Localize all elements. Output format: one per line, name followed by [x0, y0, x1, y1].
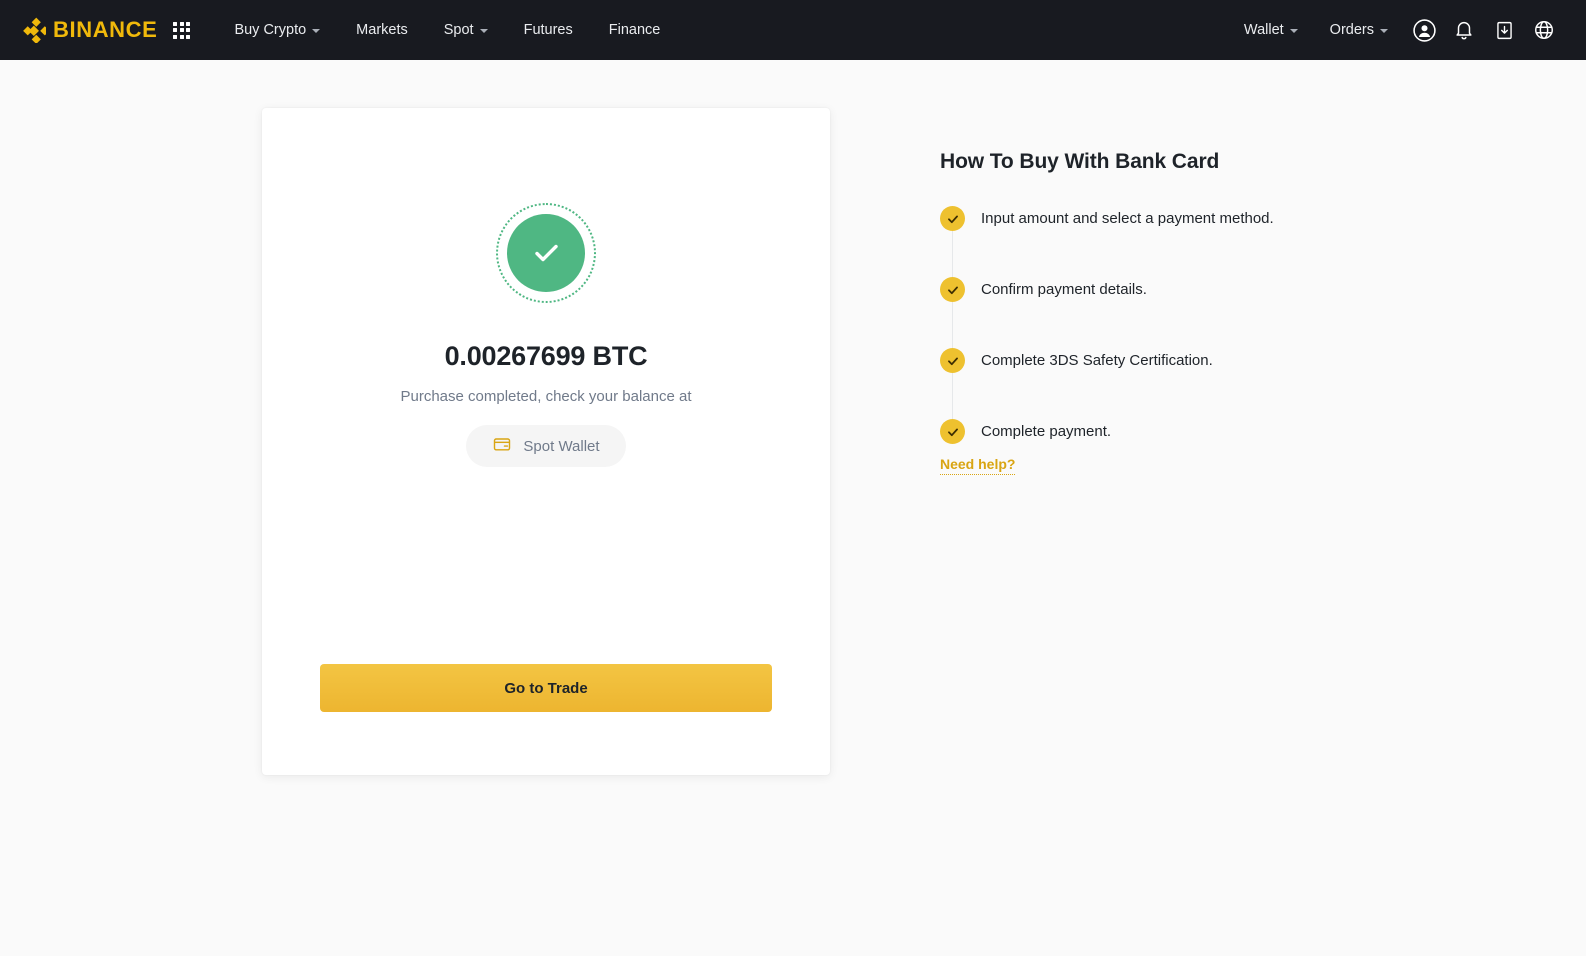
- nav-item-label: Spot: [443, 22, 474, 38]
- nav-item-label: Orders: [1329, 22, 1374, 38]
- success-check-icon: [496, 203, 596, 303]
- page-content: 0.00267699 BTC Purchase completed, check…: [0, 60, 1586, 775]
- guide-step: Complete 3DS Safety Certification.: [940, 348, 1360, 419]
- chevron-down-icon: [1289, 28, 1298, 33]
- language-globe-icon[interactable]: [1524, 8, 1564, 52]
- guide-step-label: Input amount and select a payment method…: [981, 210, 1274, 227]
- guide-step: Complete payment.: [940, 419, 1360, 444]
- check-circle-icon: [940, 206, 965, 231]
- guide-title: How To Buy With Bank Card: [940, 150, 1220, 173]
- grid-cell: [173, 34, 178, 39]
- binance-logo[interactable]: BINANCE: [20, 17, 158, 44]
- user-profile-icon[interactable]: [1404, 8, 1444, 52]
- check-circle-icon: [940, 419, 965, 444]
- go-to-trade-button[interactable]: Go to Trade: [320, 664, 772, 712]
- nav-item-label: Futures: [523, 22, 573, 38]
- nav-item-label: Markets: [356, 22, 408, 38]
- nav-item-wallet[interactable]: Wallet: [1228, 0, 1314, 60]
- navbar-right-section: Wallet Orders: [1228, 0, 1564, 60]
- primary-nav-links: Buy Crypto Markets Spot Futures Finance: [216, 0, 678, 60]
- how-to-buy-guide: How To Buy With Bank Card Input amount a…: [940, 108, 1360, 775]
- guide-step-label: Confirm payment details.: [981, 281, 1147, 298]
- nav-item-orders[interactable]: Orders: [1314, 0, 1404, 60]
- spot-wallet-label: Spot Wallet: [523, 437, 600, 455]
- grid-cell: [186, 34, 191, 39]
- check-circle-icon: [940, 277, 965, 302]
- purchase-status-message: Purchase completed, check your balance a…: [400, 388, 692, 405]
- success-dotted-ring: [496, 203, 596, 303]
- grid-cell: [179, 21, 184, 26]
- nav-item-markets[interactable]: Markets: [338, 0, 426, 60]
- guide-step: Confirm payment details.: [940, 277, 1360, 348]
- top-navigation-bar: BINANCE Buy Crypto Markets Spot Futures …: [0, 0, 1586, 60]
- purchase-result-card: 0.00267699 BTC Purchase completed, check…: [262, 108, 830, 775]
- wallet-card-icon: [492, 434, 512, 459]
- check-circle-icon: [940, 348, 965, 373]
- nav-item-label: Finance: [608, 22, 661, 38]
- grid-cell: [186, 28, 191, 32]
- notification-bell-icon[interactable]: [1444, 8, 1484, 52]
- binance-logo-text: BINANCE: [53, 17, 158, 42]
- guide-steps-list: Input amount and select a payment method…: [940, 206, 1360, 444]
- chevron-down-icon: [479, 28, 488, 33]
- guide-step-label: Complete payment.: [981, 423, 1112, 440]
- nav-item-label: Buy Crypto: [234, 22, 307, 38]
- chevron-down-icon: [312, 28, 321, 33]
- nav-item-futures[interactable]: Futures: [506, 0, 591, 60]
- grid-cell: [173, 21, 178, 26]
- grid-cell: [179, 34, 184, 39]
- nav-item-spot[interactable]: Spot: [426, 0, 506, 60]
- nav-item-finance[interactable]: Finance: [591, 0, 679, 60]
- download-app-icon[interactable]: [1484, 8, 1524, 52]
- grid-cell: [179, 28, 184, 32]
- guide-step-label: Complete 3DS Safety Certification.: [981, 352, 1213, 369]
- nav-item-label: Wallet: [1243, 22, 1284, 38]
- spot-wallet-link[interactable]: Spot Wallet: [466, 425, 626, 467]
- purchased-amount: 0.00267699 BTC: [444, 341, 648, 371]
- grid-cell: [173, 28, 178, 32]
- grid-cell: [186, 21, 191, 26]
- grid-apps-icon[interactable]: [171, 20, 192, 41]
- need-help-link[interactable]: Need help?: [940, 456, 1016, 475]
- binance-diamond-logo-icon: [20, 17, 50, 44]
- guide-step: Input amount and select a payment method…: [940, 206, 1360, 277]
- nav-item-buy-crypto[interactable]: Buy Crypto: [216, 0, 338, 60]
- chevron-down-icon: [1380, 28, 1388, 33]
- navbar-left-section: BINANCE Buy Crypto Markets Spot Futures …: [20, 0, 678, 60]
